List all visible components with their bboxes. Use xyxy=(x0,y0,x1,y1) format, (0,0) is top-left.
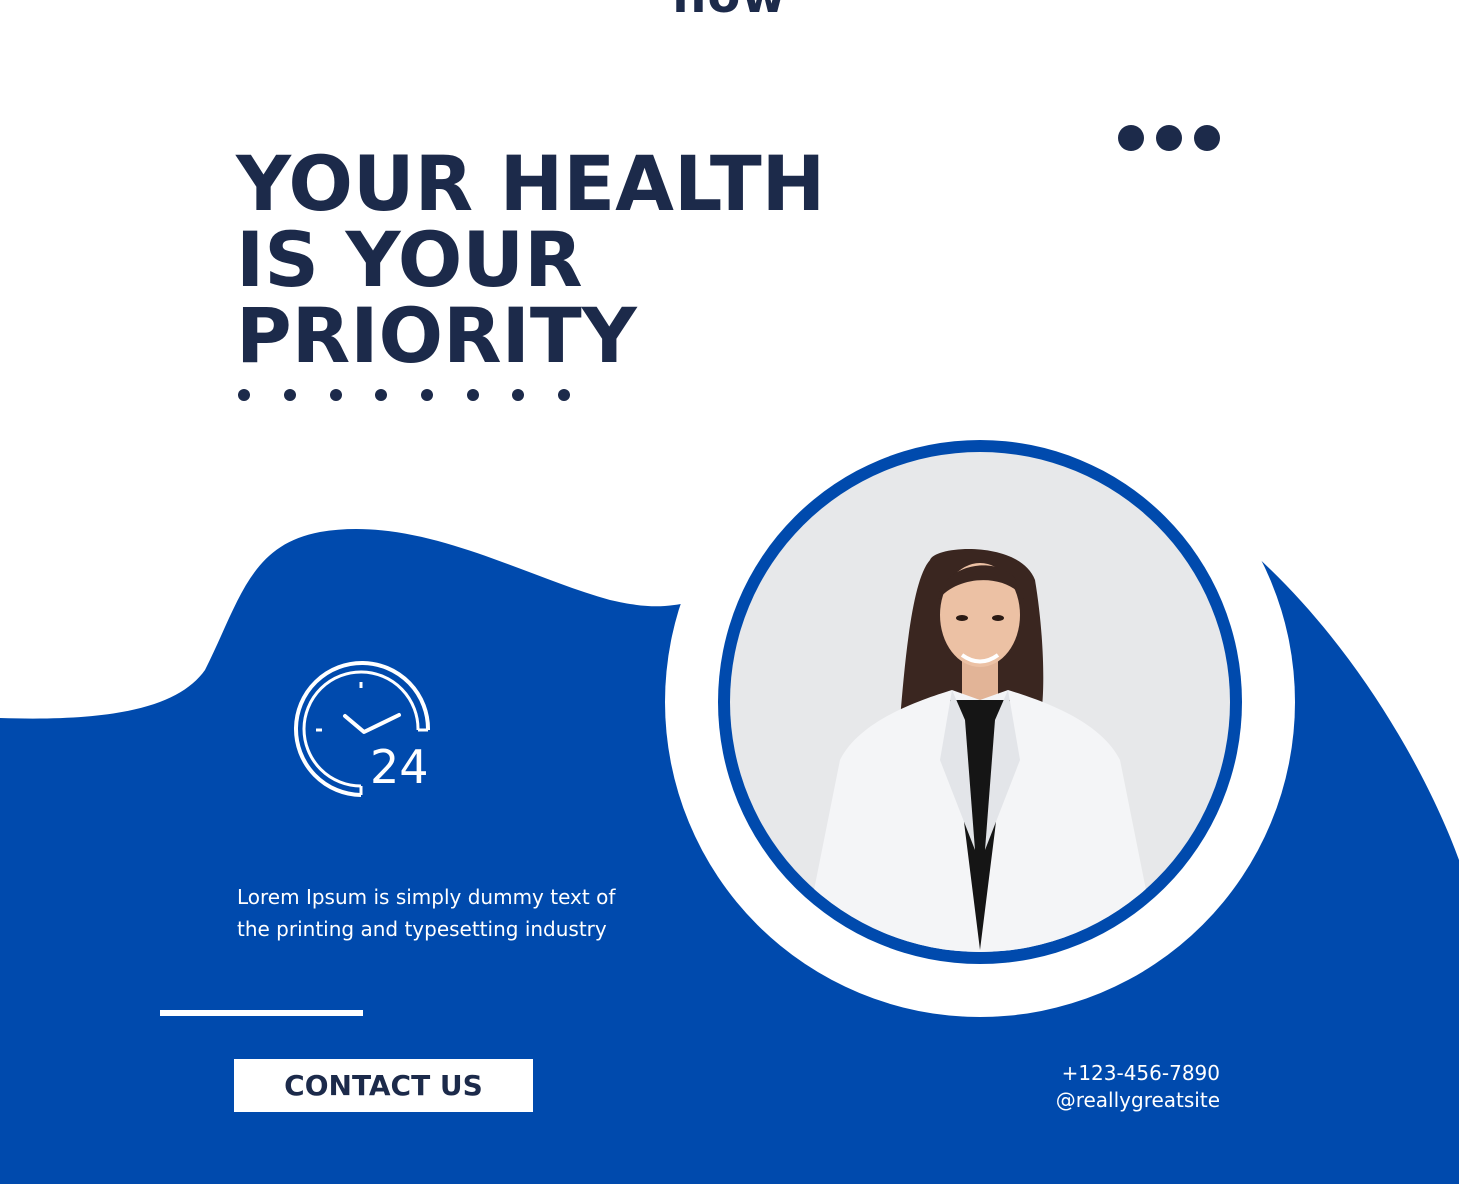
website-handle[interactable]: @reallygreatsite xyxy=(1056,1087,1220,1113)
dot-row-decoration xyxy=(238,389,570,401)
more-dots-icon xyxy=(1118,125,1220,151)
headline: YOUR HEALTH IS YOUR PRIORITY xyxy=(236,146,825,374)
clock-24-hours-icon: 24 xyxy=(294,661,431,797)
divider-line xyxy=(160,1010,363,1016)
clock-24-label: 24 xyxy=(370,740,429,794)
description-text: Lorem Ipsum is simply dummy text of the … xyxy=(237,885,616,941)
headline-line-2: IS YOUR xyxy=(236,215,583,304)
poster: now YOUR HEALTH IS YOUR PRIORITY 24 Lore… xyxy=(0,0,1459,1184)
top-word: now xyxy=(0,0,1459,20)
headline-line-1: YOUR HEALTH xyxy=(236,139,826,228)
headline-line-3: PRIORITY xyxy=(236,291,637,380)
phone-number[interactable]: +123-456-7890 xyxy=(1062,1060,1220,1086)
contact-us-button[interactable]: CONTACT US xyxy=(234,1059,533,1112)
